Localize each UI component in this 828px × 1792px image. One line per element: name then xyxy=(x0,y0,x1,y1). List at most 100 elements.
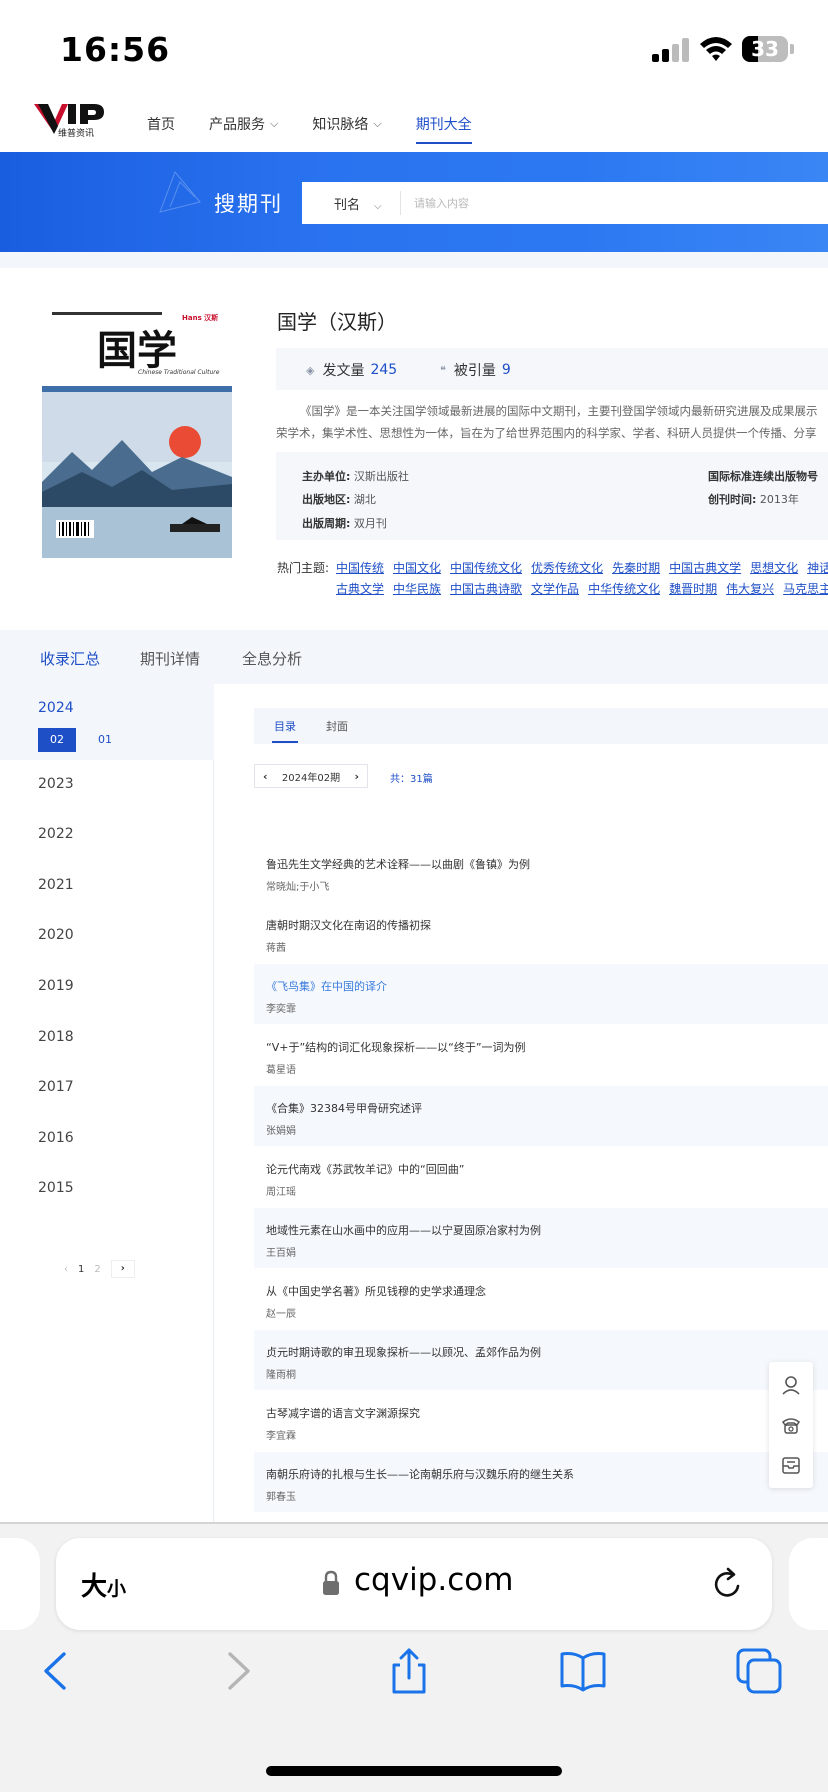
topic-link[interactable]: 中华民族 xyxy=(393,582,441,596)
article-author[interactable]: 李宜霖 xyxy=(266,1427,296,1442)
subtab-cover[interactable]: 封面 xyxy=(326,718,348,734)
url-text: cqvip.com xyxy=(354,1562,514,1598)
address-bar[interactable]: 大小 cqvip.com xyxy=(56,1538,772,1630)
back-icon[interactable] xyxy=(34,1648,80,1694)
issue-button-01[interactable]: 01 xyxy=(86,728,124,752)
article-row[interactable]: “V+于”结构的词汇化现象探析——以“终于”一词为例 葛星语 xyxy=(254,1025,828,1085)
issue-button-02[interactable]: 02 xyxy=(38,728,76,752)
article-row[interactable]: 地域性元素在山水画中的应用——以宁夏固原冶家村为例 王百娟 xyxy=(254,1208,828,1268)
text-size-button[interactable]: 大小 xyxy=(81,1566,126,1603)
subtab-toc[interactable]: 目录 xyxy=(272,718,298,743)
article-author[interactable]: 隆雨桐 xyxy=(266,1366,296,1381)
article-row[interactable]: 鲁迅先生文学经典的艺术诠释——以曲剧《鲁镇》为例 常晓灿;于小飞 xyxy=(254,842,828,902)
topic-link[interactable]: 伟大复兴 xyxy=(726,582,774,596)
search-type-select[interactable]: 刊名 ⌵ xyxy=(334,194,382,213)
article-row[interactable]: 贞元时期诗歌的审丑现象探析——以顾况、孟郊作品为例 隆雨桐 xyxy=(254,1330,828,1390)
topic-link[interactable]: 马克思主义 xyxy=(783,582,828,596)
year-item[interactable]: 2023 xyxy=(38,776,74,792)
phone-icon[interactable] xyxy=(780,1414,802,1436)
chevron-left-icon[interactable]: ‹ xyxy=(263,770,268,783)
lock-icon xyxy=(323,1570,339,1595)
nav-journals[interactable]: 期刊大全 xyxy=(415,114,472,144)
article-author[interactable]: 李奕霏 xyxy=(266,1000,296,1015)
customer-service-icon[interactable] xyxy=(780,1374,802,1396)
topic-link[interactable]: 思想文化 xyxy=(750,561,798,575)
article-title[interactable]: 古琴减字谱的语言文字渊源探究 xyxy=(266,1405,420,1421)
search-input[interactable] xyxy=(414,190,814,216)
tab-summary[interactable]: 收录汇总 xyxy=(40,648,100,669)
next-tab-card[interactable] xyxy=(789,1538,828,1630)
article-author[interactable]: 张娟娟 xyxy=(266,1122,296,1137)
article-row[interactable]: 南朝乐府诗的扎根与生长——论南朝乐府与汉魏乐府的继生关系 郭春玉 xyxy=(254,1452,828,1512)
article-author[interactable]: 蒋茜 xyxy=(266,939,286,954)
topic-link[interactable]: 中国传统文化 xyxy=(450,561,522,575)
meta-cycle-value: 双月刊 xyxy=(353,517,387,530)
stat-citations-label: 被引量 xyxy=(453,363,496,379)
topic-link[interactable]: 优秀传统文化 xyxy=(531,561,603,575)
article-title[interactable]: 《合集》32384号甲骨研究述评 xyxy=(266,1100,422,1116)
nav-products[interactable]: 产品服务 ⌵ xyxy=(209,114,278,134)
article-row[interactable]: 唐朝时期汉文化在南诏的传播初探 蒋茜 xyxy=(254,903,828,963)
topic-link[interactable]: 中国传统 xyxy=(336,561,384,575)
article-row[interactable]: 论元代南戏《苏武牧羊记》中的“回回曲” 周江瑶 xyxy=(254,1147,828,1207)
chevron-right-icon[interactable]: › xyxy=(354,770,359,783)
section-gap xyxy=(0,252,828,268)
article-author[interactable]: 周江瑶 xyxy=(266,1183,296,1198)
tabs-icon[interactable] xyxy=(736,1648,782,1694)
bookmarks-icon[interactable] xyxy=(560,1648,606,1694)
journal-cover[interactable]: 国学 Chinese Traditional Culture Hans 汉斯 xyxy=(42,312,232,558)
year-item[interactable]: 2021 xyxy=(38,877,74,893)
year-item[interactable]: 2016 xyxy=(38,1130,74,1146)
nav-home[interactable]: 首页 xyxy=(147,114,175,134)
article-author[interactable]: 常晓灿;于小飞 xyxy=(266,878,329,893)
article-title[interactable]: 《飞鸟集》在中国的译介 xyxy=(266,978,387,994)
year-item[interactable]: 2017 xyxy=(38,1079,74,1095)
article-title[interactable]: 南朝乐府诗的扎根与生长——论南朝乐府与汉魏乐府的继生关系 xyxy=(266,1466,574,1482)
topic-link[interactable]: 神话传 xyxy=(807,561,828,575)
article-title[interactable]: 鲁迅先生文学经典的艺术诠释——以曲剧《鲁镇》为例 xyxy=(266,856,530,872)
topic-link[interactable]: 中国文化 xyxy=(393,561,441,575)
article-author[interactable]: 郭春玉 xyxy=(266,1488,296,1503)
tab-details[interactable]: 期刊详情 xyxy=(140,648,200,669)
article-title[interactable]: 从《中国史学名著》所见钱穆的史学求通理念 xyxy=(266,1283,486,1299)
stat-articles-label: 发文量 xyxy=(322,363,365,379)
year-item[interactable]: 2015 xyxy=(38,1180,74,1196)
article-title[interactable]: 地域性元素在山水画中的应用——以宁夏固原冶家村为例 xyxy=(266,1222,541,1238)
article-title[interactable]: 贞元时期诗歌的审丑现象探析——以顾况、孟郊作品为例 xyxy=(266,1344,541,1360)
year-item[interactable]: 2019 xyxy=(38,978,74,994)
article-row[interactable]: 《合集》32384号甲骨研究述评 张娟娟 xyxy=(254,1086,828,1146)
previous-tab-card[interactable] xyxy=(0,1538,40,1630)
topic-link[interactable]: 中国古典文学 xyxy=(669,561,741,575)
share-icon[interactable] xyxy=(386,1648,432,1694)
article-title[interactable]: “V+于”结构的词汇化现象探析——以“终于”一词为例 xyxy=(266,1039,526,1055)
pager-next[interactable]: › xyxy=(110,1260,135,1278)
year-item[interactable]: 2020 xyxy=(38,927,74,943)
year-pager: ‹ 1 2 › xyxy=(64,1260,145,1278)
feedback-icon[interactable] xyxy=(780,1454,802,1476)
article-row[interactable]: 古琴减字谱的语言文字渊源探究 李宜霖 xyxy=(254,1391,828,1451)
article-author[interactable]: 葛星语 xyxy=(266,1061,296,1076)
article-row[interactable]: 从《中国史学名著》所见钱穆的史学求通理念 赵一辰 xyxy=(254,1269,828,1329)
reload-icon[interactable] xyxy=(710,1566,746,1602)
year-item[interactable]: 2018 xyxy=(38,1029,74,1045)
article-title[interactable]: 唐朝时期汉文化在南诏的传播初探 xyxy=(266,917,431,933)
year-2024[interactable]: 2024 xyxy=(38,700,74,716)
pager-page-2[interactable]: 2 xyxy=(94,1264,100,1275)
nav-knowledge[interactable]: 知识脉络 ⌵ xyxy=(312,114,381,134)
topic-link[interactable]: 先秦时期 xyxy=(612,561,660,575)
topic-link[interactable]: 魏晋时期 xyxy=(669,582,717,596)
topic-link[interactable]: 文学作品 xyxy=(531,582,579,596)
meta-sponsor-label: 主办单位: xyxy=(302,470,351,483)
article-row[interactable]: 《飞鸟集》在中国的译介 李奕霏 xyxy=(254,964,828,1024)
topic-link[interactable]: 中国古典诗歌 xyxy=(450,582,522,596)
forward-icon[interactable] xyxy=(214,1648,260,1694)
pager-page-1[interactable]: 1 xyxy=(78,1264,84,1275)
article-author[interactable]: 赵一辰 xyxy=(266,1305,296,1320)
tab-analysis[interactable]: 全息分析 xyxy=(242,648,302,669)
pager-prev[interactable]: ‹ xyxy=(64,1264,68,1275)
topic-link[interactable]: 古典文学 xyxy=(336,582,384,596)
article-author[interactable]: 王百娟 xyxy=(266,1244,296,1259)
topic-link[interactable]: 中华传统文化 xyxy=(588,582,660,596)
year-item[interactable]: 2022 xyxy=(38,826,74,842)
article-title[interactable]: 论元代南戏《苏武牧羊记》中的“回回曲” xyxy=(266,1161,464,1177)
